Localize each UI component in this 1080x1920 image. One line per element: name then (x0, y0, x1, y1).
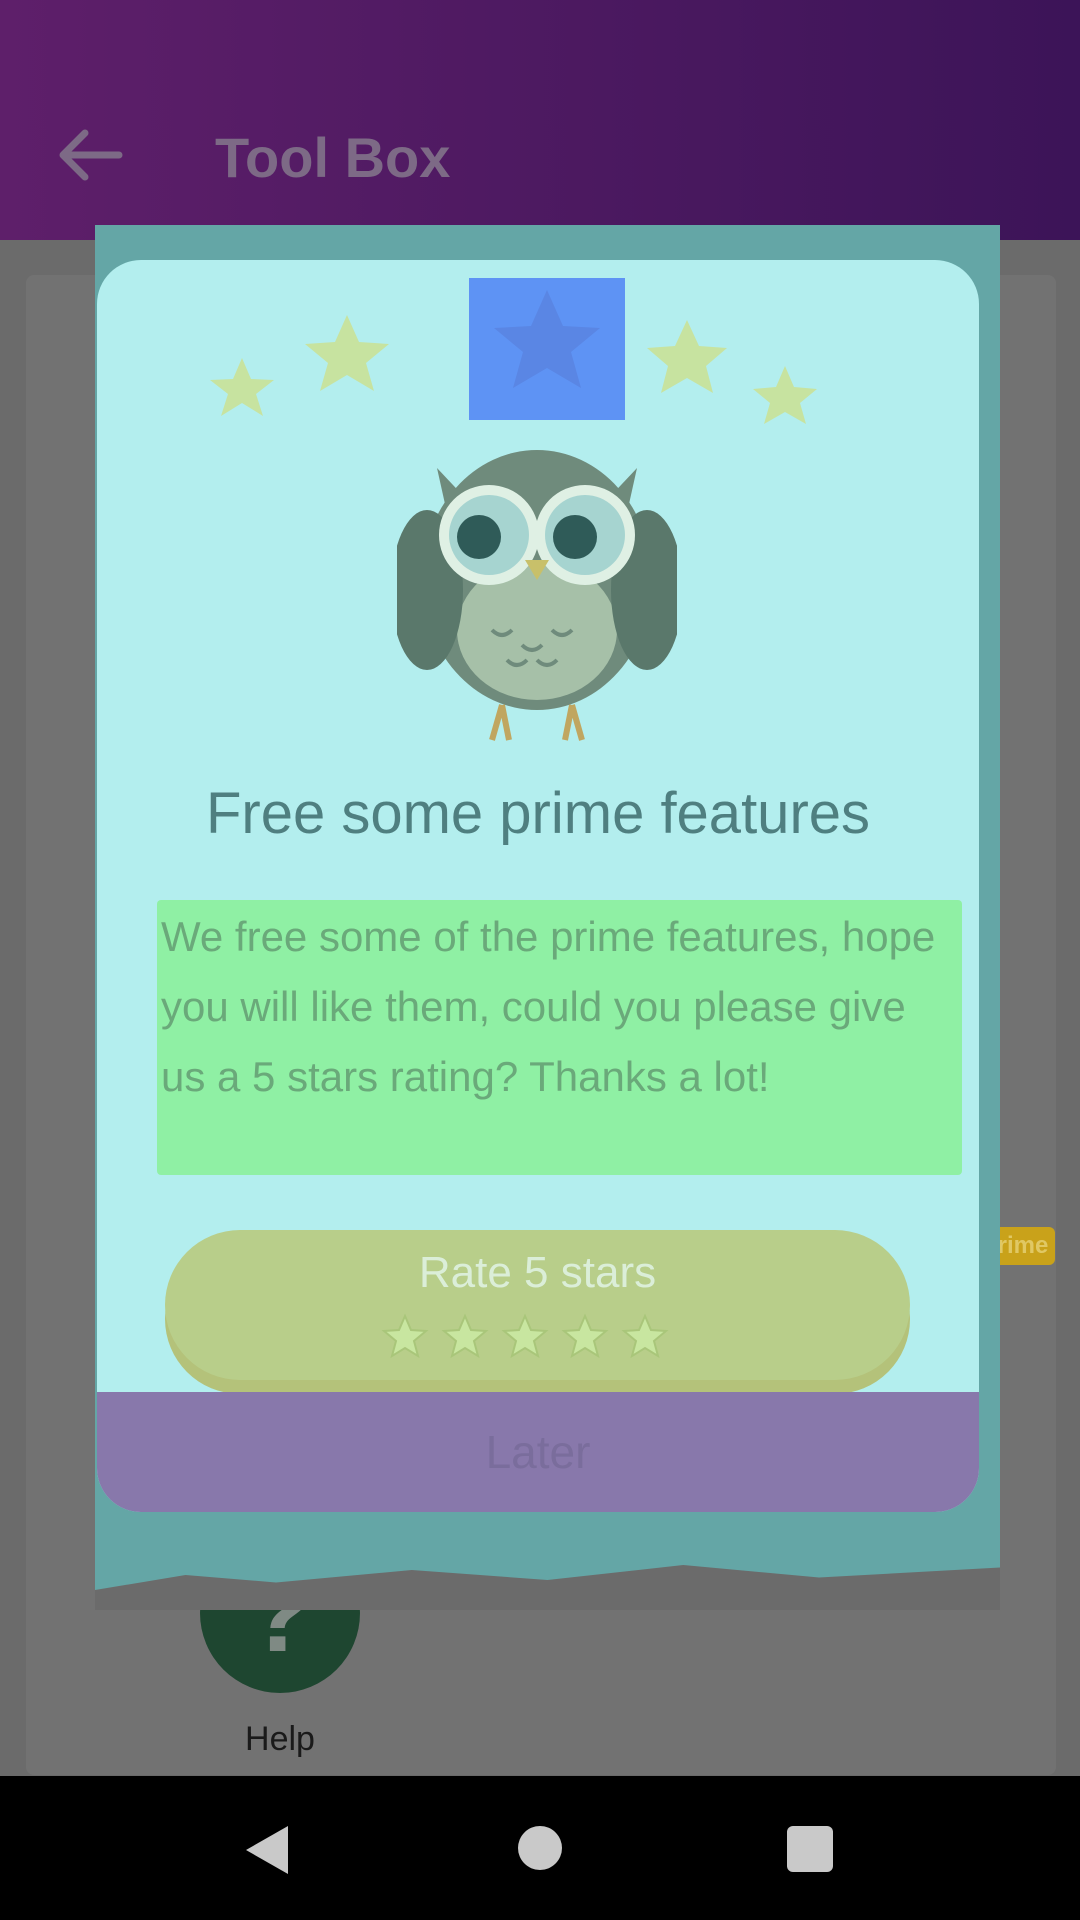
rate-5-stars-button[interactable]: Rate 5 stars (165, 1230, 910, 1380)
star-outline-icon (381, 1313, 429, 1359)
rate-stars (380, 1312, 700, 1362)
rating-dialog: Free some prime features We free some of… (97, 260, 979, 1512)
triangle-back-icon[interactable] (238, 1820, 298, 1880)
star-outline-icon (501, 1313, 549, 1359)
back-button[interactable] (50, 120, 130, 190)
star-outline-icon (441, 1313, 489, 1359)
star-outline-icon (561, 1313, 609, 1359)
star-icon (305, 315, 389, 391)
page-title: Tool Box (215, 126, 451, 189)
later-button[interactable]: Later (97, 1392, 979, 1512)
dialog-message: We free some of the prime features, hope… (157, 900, 962, 1175)
star-icon (210, 358, 274, 416)
app-bar: Tool Box (0, 0, 1080, 240)
star-outline-icon (621, 1313, 669, 1359)
star-icon (647, 320, 727, 393)
rate-button-label: Rate 5 stars (418, 1248, 657, 1297)
help-label: Help (245, 1720, 315, 1758)
star-icon (753, 366, 817, 424)
square-recents-icon[interactable] (787, 1826, 833, 1872)
circle-home-icon[interactable] (518, 1826, 562, 1870)
arrow-left-icon (59, 129, 123, 181)
dialog-title: Free some prime features (205, 781, 871, 846)
